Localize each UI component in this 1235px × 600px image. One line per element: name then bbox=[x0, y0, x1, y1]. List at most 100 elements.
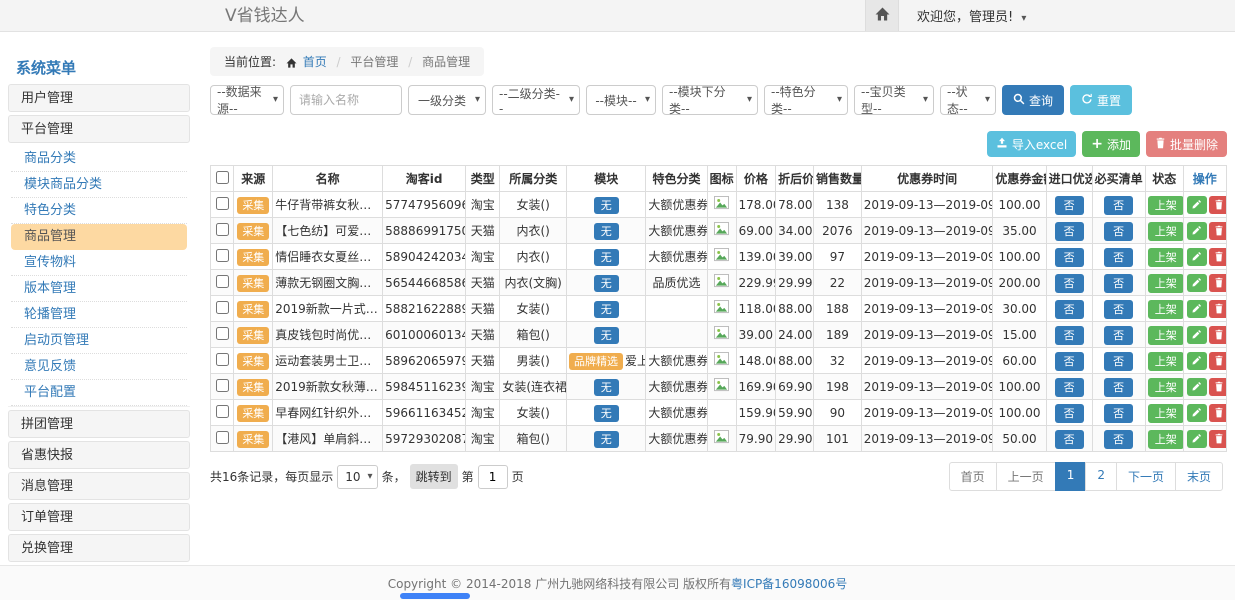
must-buy-toggle[interactable]: 否 bbox=[1104, 196, 1133, 215]
delete-button[interactable] bbox=[1209, 196, 1227, 214]
sidebar-sub-item[interactable]: 平台配置 bbox=[11, 380, 187, 406]
sidebar-sub-item[interactable]: 商品分类 bbox=[11, 146, 187, 172]
edit-button[interactable] bbox=[1187, 404, 1207, 422]
jump-button[interactable]: 跳转到 bbox=[410, 464, 458, 489]
page-button[interactable]: 2 bbox=[1085, 462, 1117, 491]
status-button[interactable]: 上架 bbox=[1148, 300, 1183, 319]
name-input[interactable] bbox=[290, 85, 402, 115]
must-buy-toggle[interactable]: 否 bbox=[1104, 222, 1133, 241]
sidebar-group-item[interactable]: 拼团管理 bbox=[8, 410, 190, 438]
batch-delete-button[interactable]: 批量删除 bbox=[1146, 131, 1227, 157]
row-checkbox[interactable] bbox=[216, 405, 229, 418]
must-buy-toggle[interactable]: 否 bbox=[1104, 300, 1133, 319]
import-select-toggle[interactable]: 否 bbox=[1055, 248, 1084, 267]
user-menu[interactable]: 欢迎您，管理员! ▾ bbox=[917, 6, 1026, 25]
status-button[interactable]: 上架 bbox=[1148, 196, 1183, 215]
delete-button[interactable] bbox=[1209, 274, 1227, 292]
sidebar-sub-item[interactable]: 启动页管理 bbox=[11, 328, 187, 354]
delete-button[interactable] bbox=[1209, 430, 1227, 448]
module-badge[interactable]: 无 bbox=[594, 249, 619, 266]
delete-button[interactable] bbox=[1209, 222, 1227, 240]
module-sub-category-select[interactable]: --模块下分类--▾ bbox=[662, 85, 758, 115]
edit-button[interactable] bbox=[1187, 326, 1207, 344]
select-all-checkbox[interactable] bbox=[216, 171, 229, 184]
import-excel-button[interactable]: 导入excel bbox=[987, 131, 1076, 157]
sidebar-sub-item[interactable]: 模块商品分类 bbox=[11, 172, 187, 198]
edit-button[interactable] bbox=[1187, 378, 1207, 396]
import-select-toggle[interactable]: 否 bbox=[1055, 222, 1084, 241]
module-badge[interactable]: 无 bbox=[594, 197, 619, 214]
add-button[interactable]: + 添加 bbox=[1082, 131, 1140, 157]
module-badge[interactable]: 无 bbox=[594, 327, 619, 344]
must-buy-toggle[interactable]: 否 bbox=[1104, 274, 1133, 293]
edit-button[interactable] bbox=[1187, 352, 1207, 370]
edit-button[interactable] bbox=[1187, 274, 1207, 292]
page-button[interactable]: 1 bbox=[1055, 462, 1087, 491]
page-button[interactable]: 末页 bbox=[1175, 462, 1223, 491]
module-badge[interactable]: 无 bbox=[594, 431, 619, 448]
row-checkbox[interactable] bbox=[216, 353, 229, 366]
module-badge[interactable]: 无 bbox=[594, 301, 619, 318]
breadcrumb-home-link[interactable]: 首页 bbox=[303, 55, 327, 69]
module-badge[interactable]: 无 bbox=[594, 223, 619, 240]
edit-button[interactable] bbox=[1187, 300, 1207, 318]
module-badge[interactable]: 无 bbox=[594, 275, 619, 292]
status-select[interactable]: --状态--▾ bbox=[940, 85, 996, 115]
page-button[interactable]: 下一页 bbox=[1116, 462, 1176, 491]
search-button[interactable]: 查询 bbox=[1002, 85, 1064, 115]
sidebar-sub-item[interactable]: 宣传物料 bbox=[11, 250, 187, 276]
reset-button[interactable]: 重置 bbox=[1070, 85, 1132, 115]
sidebar-sub-item[interactable]: 轮播管理 bbox=[11, 302, 187, 328]
home-button[interactable] bbox=[865, 0, 899, 31]
status-button[interactable]: 上架 bbox=[1148, 404, 1183, 423]
must-buy-toggle[interactable]: 否 bbox=[1104, 248, 1133, 267]
import-select-toggle[interactable]: 否 bbox=[1055, 430, 1084, 449]
module-badge[interactable]: 无 bbox=[594, 405, 619, 422]
import-select-toggle[interactable]: 否 bbox=[1055, 274, 1084, 293]
status-button[interactable]: 上架 bbox=[1148, 430, 1183, 449]
page-button[interactable]: 上一页 bbox=[996, 462, 1056, 491]
row-checkbox[interactable] bbox=[216, 249, 229, 262]
horizontal-scrollbar-thumb[interactable] bbox=[400, 593, 470, 599]
status-button[interactable]: 上架 bbox=[1148, 274, 1183, 293]
sidebar-group-item[interactable]: 平台管理 bbox=[8, 115, 190, 143]
sidebar-group-item[interactable]: 兑换管理 bbox=[8, 534, 190, 562]
must-buy-toggle[interactable]: 否 bbox=[1104, 430, 1133, 449]
module-badge[interactable]: 无 bbox=[594, 379, 619, 396]
must-buy-toggle[interactable]: 否 bbox=[1104, 378, 1133, 397]
icp-link[interactable]: 粤ICP备16098006号 bbox=[731, 575, 847, 592]
page-size-select[interactable]: 10 ▾ bbox=[337, 465, 377, 489]
status-button[interactable]: 上架 bbox=[1148, 248, 1183, 267]
sidebar-group-item[interactable]: 订单管理 bbox=[8, 503, 190, 531]
import-select-toggle[interactable]: 否 bbox=[1055, 404, 1084, 423]
delete-button[interactable] bbox=[1209, 326, 1227, 344]
must-buy-toggle[interactable]: 否 bbox=[1104, 326, 1133, 345]
row-checkbox[interactable] bbox=[216, 275, 229, 288]
row-checkbox[interactable] bbox=[216, 379, 229, 392]
delete-button[interactable] bbox=[1209, 404, 1227, 422]
item-type-select[interactable]: --宝贝类型--▾ bbox=[854, 85, 934, 115]
delete-button[interactable] bbox=[1209, 300, 1227, 318]
page-button[interactable]: 首页 bbox=[949, 462, 997, 491]
status-button[interactable]: 上架 bbox=[1148, 378, 1183, 397]
sidebar-group-item[interactable]: 用户管理 bbox=[8, 84, 190, 112]
level2-category-select[interactable]: --二级分类--▾ bbox=[492, 85, 580, 115]
status-button[interactable]: 上架 bbox=[1148, 352, 1183, 371]
import-select-toggle[interactable]: 否 bbox=[1055, 352, 1084, 371]
must-buy-toggle[interactable]: 否 bbox=[1104, 352, 1133, 371]
import-select-toggle[interactable]: 否 bbox=[1055, 378, 1084, 397]
sidebar-group-item[interactable]: 省惠快报 bbox=[8, 441, 190, 469]
row-checkbox[interactable] bbox=[216, 197, 229, 210]
import-select-toggle[interactable]: 否 bbox=[1055, 300, 1084, 319]
sidebar-sub-item[interactable]: 商品管理 bbox=[11, 224, 187, 250]
data-source-select[interactable]: --数据来源--▾ bbox=[210, 85, 284, 115]
import-select-toggle[interactable]: 否 bbox=[1055, 196, 1084, 215]
sidebar-sub-item[interactable]: 意见反馈 bbox=[11, 354, 187, 380]
module-select[interactable]: --模块--▾ bbox=[586, 85, 656, 115]
sidebar-group-item[interactable]: 消息管理 bbox=[8, 472, 190, 500]
edit-button[interactable] bbox=[1187, 222, 1207, 240]
module-badge[interactable]: 品牌精选 bbox=[569, 353, 623, 370]
status-button[interactable]: 上架 bbox=[1148, 222, 1183, 241]
edit-button[interactable] bbox=[1187, 196, 1207, 214]
jump-page-input[interactable] bbox=[478, 465, 508, 489]
